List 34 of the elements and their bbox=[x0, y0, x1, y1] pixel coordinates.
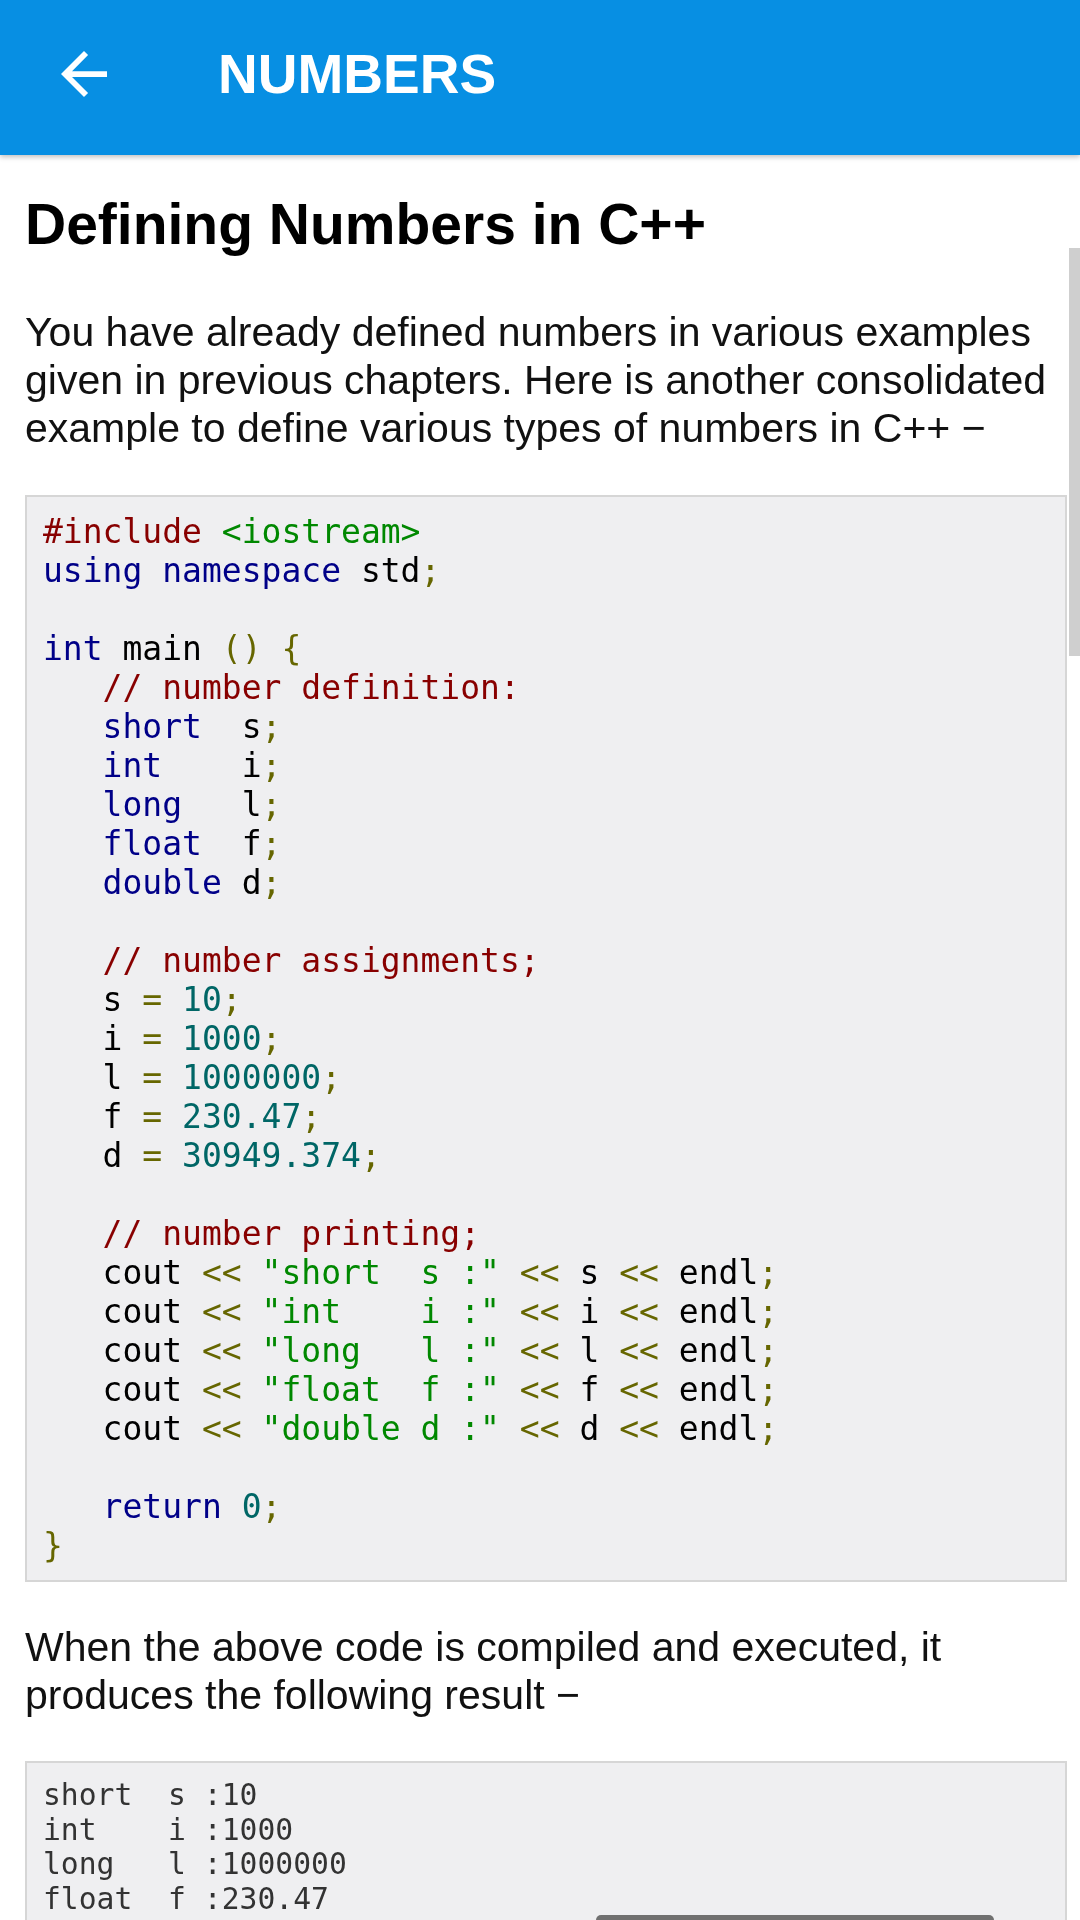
code-line: cout << "double d :" << d << endl; bbox=[102, 1409, 779, 1448]
code-line: // number definition: bbox=[102, 668, 520, 707]
code-line: l = 1000000; bbox=[102, 1058, 342, 1097]
code-line: cout << "long l :" << l << endl; bbox=[102, 1331, 779, 1370]
page-title: NUMBERS bbox=[218, 41, 497, 106]
code-line: short s; bbox=[102, 707, 282, 746]
article-heading: Defining Numbers in C++ bbox=[25, 191, 707, 257]
code-line: int main () { bbox=[43, 629, 302, 668]
code-line: long l; bbox=[102, 785, 282, 824]
code-line: return 0; bbox=[102, 1487, 282, 1526]
output-line: long l :1000000 bbox=[43, 1846, 347, 1881]
code-line: } bbox=[43, 1526, 63, 1565]
intro-paragraph: You have already defined numbers in various examples given in previous chapters. Here is another consolidated example to define various types of numbers in C++ − bbox=[25, 308, 1048, 452]
code-line: cout << "int i :" << i << endl; bbox=[102, 1292, 779, 1331]
code-line: using namespace std; bbox=[43, 551, 441, 590]
code-line: double d; bbox=[102, 863, 282, 902]
code-line: s = 10; bbox=[102, 980, 242, 1019]
code-line: i = 1000; bbox=[102, 1019, 282, 1058]
code-line: int i; bbox=[102, 746, 282, 785]
arrow-left-icon bbox=[61, 50, 107, 97]
output-line: int i :1000 bbox=[43, 1811, 294, 1847]
code-line: cout << "short s :" << s << endl; bbox=[102, 1253, 779, 1292]
code-line: d = 30949.374; bbox=[102, 1136, 381, 1175]
code-line: cout << "float f :" << f << endl; bbox=[102, 1370, 779, 1409]
back-button[interactable] bbox=[61, 50, 107, 97]
result-paragraph: When the above code is compiled and executed, it produces the following result − bbox=[25, 1623, 943, 1719]
output-line: float f :230.47 bbox=[43, 1880, 329, 1916]
code-line: float f; bbox=[102, 824, 282, 863]
code-line: // number assignments; bbox=[102, 941, 540, 980]
code-line: // number printing; bbox=[102, 1214, 481, 1253]
scrollbar-thumb[interactable] bbox=[1069, 248, 1080, 656]
output-line: short s :10 bbox=[43, 1777, 258, 1812]
code-line: #include <iostream> bbox=[43, 512, 421, 551]
code-line: f = 230.47; bbox=[102, 1097, 322, 1136]
